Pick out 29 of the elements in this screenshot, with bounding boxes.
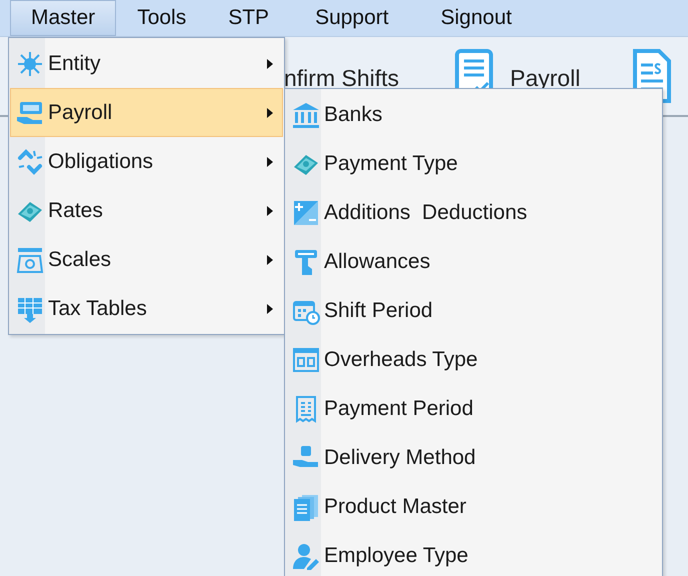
- user-edit-icon: [292, 542, 320, 570]
- layout-icon: [292, 346, 320, 374]
- toolbar-label[interactable]: nfirm Shifts: [284, 65, 400, 92]
- menu-bar-item[interactable]: Tools: [116, 0, 208, 36]
- toolbar-label[interactable]: Payroll: [510, 65, 580, 92]
- menu-item[interactable]: Entity: [10, 39, 283, 88]
- menu-item[interactable]: Additions Deductions: [286, 188, 661, 237]
- menu-item[interactable]: Delivery Method: [286, 433, 661, 482]
- menu-item[interactable]: Payroll: [10, 88, 283, 137]
- plus-minus-icon: [292, 198, 320, 226]
- menu-item[interactable]: Allowances: [286, 237, 661, 286]
- menu-item[interactable]: Overheads Type: [286, 335, 661, 384]
- menu-item[interactable]: Tax Tables: [10, 284, 283, 333]
- menu-item[interactable]: Product Master: [286, 482, 661, 531]
- menu-item[interactable]: Payment Type: [286, 139, 661, 188]
- documents-icon: [292, 492, 320, 520]
- menu-item[interactable]: Obligations: [10, 137, 283, 186]
- menu-bar-item[interactable]: Signout: [420, 0, 533, 36]
- menu-item[interactable]: Employee Type: [286, 531, 661, 576]
- menu-item[interactable]: Banks: [286, 90, 661, 139]
- menu-item[interactable]: Payment Period: [286, 384, 661, 433]
- menu-item[interactable]: Rates: [10, 186, 283, 235]
- bank-icon: [292, 100, 320, 128]
- menu-bar-item[interactable]: Master: [10, 0, 116, 36]
- menu-bar-item[interactable]: STP: [207, 0, 290, 36]
- menu-item[interactable]: Shift Period: [286, 286, 661, 335]
- menu-bar-item[interactable]: Support: [294, 0, 410, 36]
- menu-item[interactable]: Scales: [10, 235, 283, 284]
- scale-icon: [16, 246, 44, 274]
